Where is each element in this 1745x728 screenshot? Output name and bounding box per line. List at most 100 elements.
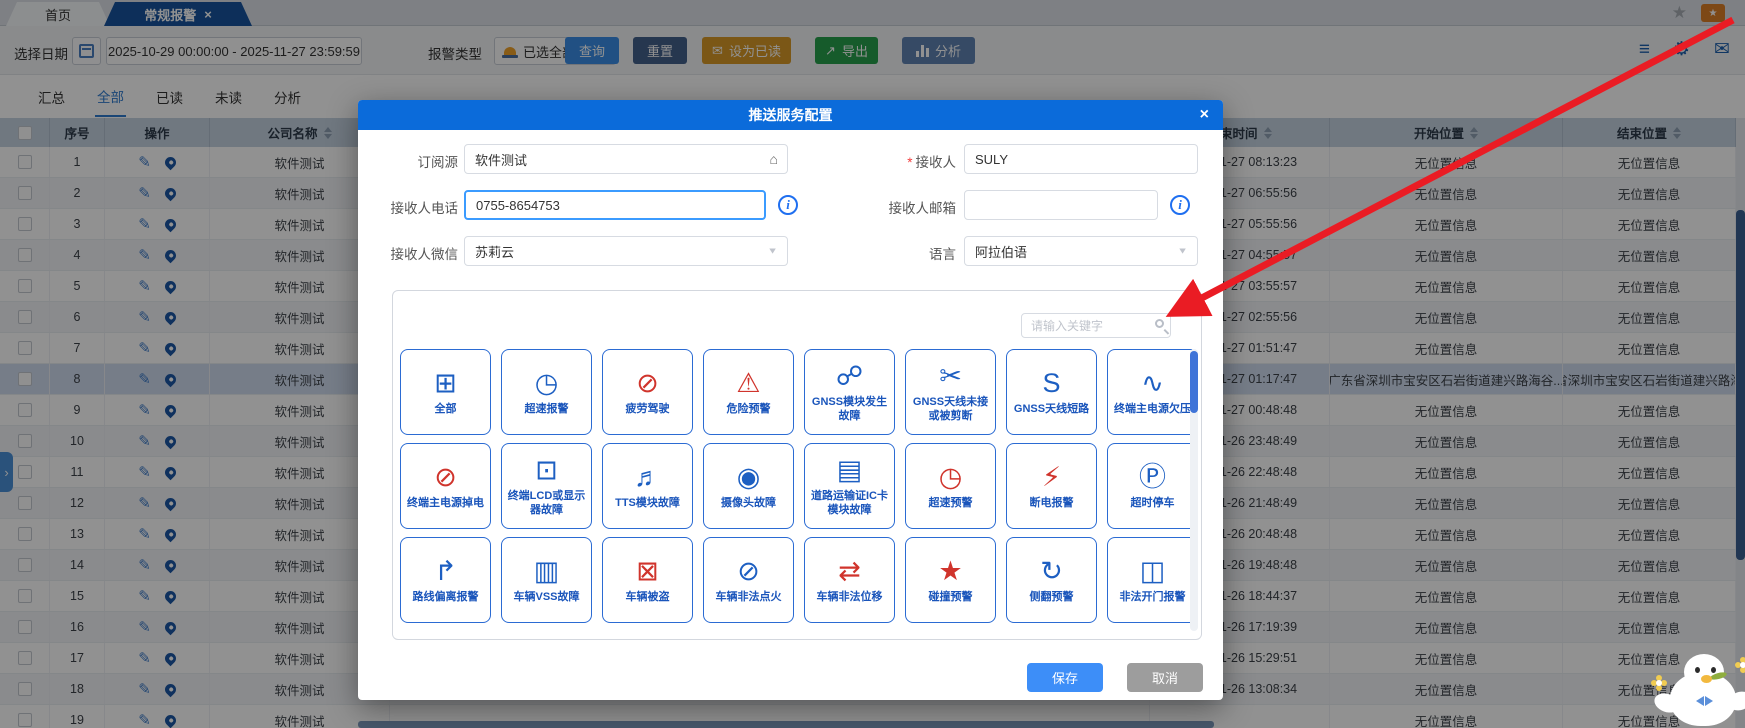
alarm-type-panel: 请输入关键字 ⊞ 全部 ◷ 超速报警 ⊘疲劳驾驶⚠危险预警☍GNSS模块发生故障 ✂ GNS… [392, 290, 1202, 640]
alarm-tile-icon: ⊠ [636, 556, 659, 586]
alarm-tile-label: 超时停车 [1131, 497, 1175, 510]
duck-eye [1711, 667, 1716, 673]
alarm-tile-icon: ⇄ [838, 556, 861, 586]
alarm-tile-icon: ↻ [1040, 556, 1063, 586]
alarm-tile[interactable]: ⊘ 车辆非法点火 [703, 537, 794, 623]
source-input[interactable]: 软件测试 ⌂ [464, 144, 788, 174]
home-icon: ⌂ [770, 151, 778, 167]
alarm-tile-icon: ⚡ [1042, 462, 1061, 492]
alarm-tile[interactable]: ⚡ 断电报警 [1006, 443, 1097, 529]
alarm-tile-icon: ⊘ [434, 462, 457, 492]
alarm-tile[interactable]: ◷ 超速预警 [905, 443, 996, 529]
alarm-tile-icon: ◷ [535, 368, 559, 398]
alarm-tile-label: 全部 [435, 403, 457, 416]
alarm-tile[interactable]: ⊡终端LCD或显示器故障 [501, 443, 592, 529]
alarm-tile[interactable]: ◉ 摄像头故障 [703, 443, 794, 529]
alarm-tile-label: TTS模块故障 [615, 497, 680, 510]
phone-label: 接收人电话 [363, 197, 458, 217]
alarm-tile-label: 超速报警 [525, 403, 569, 416]
email-info-icon[interactable]: i [1170, 195, 1190, 215]
language-select[interactable]: 阿拉伯语 ▼ [964, 236, 1198, 266]
app-root: 首页 常规报警 × ★ ★ 选择日期 2025-10-29 00:00:00 -… [0, 0, 1745, 728]
language-value: 阿拉伯语 [975, 242, 1027, 261]
alarm-tile[interactable]: ☍GNSS模块发生故障 [804, 349, 895, 435]
chevron-down-icon: ▼ [767, 246, 778, 256]
alarm-tile-icon: ⚠ [736, 368, 760, 398]
panel-scrollbar[interactable] [1190, 349, 1198, 631]
alarm-tile[interactable]: ◫非法开门报警 [1107, 537, 1198, 623]
email-input[interactable] [964, 190, 1158, 220]
bow-tie [1696, 696, 1704, 706]
language-label: 语言 [861, 243, 956, 263]
alarm-tile-label: 终端LCD或显示器故障 [505, 490, 588, 516]
alarm-tile-label: GNSS天线短路 [1014, 403, 1089, 416]
alarm-tile[interactable]: ↻ 侧翻预警 [1006, 537, 1097, 623]
alarm-tile-label: 车辆被盗 [626, 591, 670, 604]
modal-title: 推送服务配置 [749, 105, 833, 125]
alarm-tile-label: 超速预警 [929, 497, 973, 510]
receiver-input[interactable]: SULY [964, 144, 1198, 174]
alarm-tile[interactable]: ⊠ 车辆被盗 [602, 537, 693, 623]
alarm-tile-icon: ★ [938, 556, 962, 586]
alarm-tile-icon: ⊞ [434, 368, 457, 398]
alarm-tile[interactable]: Ⓟ 超时停车 [1107, 443, 1198, 529]
alarm-tile-icon: ✂ [939, 361, 962, 391]
keyword-search-input[interactable]: 请输入关键字 [1021, 313, 1171, 338]
alarm-tile[interactable]: ⊞ 全部 [400, 349, 491, 435]
required-asterisk: * [907, 155, 912, 170]
wechat-label: 接收人微信 [363, 243, 458, 263]
alarm-tile[interactable]: ✂ GNSS天线未接或被剪断 [905, 349, 996, 435]
alarm-tile-label: 车辆非法点火 [716, 591, 782, 604]
alarm-tile-label: 侧翻预警 [1030, 591, 1074, 604]
email-label: 接收人邮箱 [861, 197, 956, 217]
alarm-tile-icon: ⊘ [636, 368, 659, 398]
alarm-tile[interactable]: ▤ 道路运输证IC卡模块故障 [804, 443, 895, 529]
save-button[interactable]: 保存 [1027, 663, 1103, 692]
phone-input[interactable]: 0755-8654753 [464, 190, 766, 220]
alarm-tile[interactable]: ↱路线偏离报警 [400, 537, 491, 623]
alarm-tile[interactable]: ∿ 终端主电源欠压 [1107, 349, 1198, 435]
alarm-tile-label: 摄像头故障 [721, 497, 776, 510]
alarm-tile-icon: ◷ [939, 462, 963, 492]
alarm-tile[interactable]: ◷ 超速报警 [501, 349, 592, 435]
alarm-tile-label: 终端主电源欠压 [1114, 403, 1191, 416]
receiver-label: * 接收人 [861, 151, 956, 171]
alarm-tile-label: GNSS模块发生故障 [808, 396, 891, 422]
alarm-tile-icon: ⊘ [737, 556, 760, 586]
modal-close-icon[interactable]: × [1200, 100, 1209, 130]
receiver-label-text: 接收人 [916, 155, 957, 170]
alarm-tile[interactable]: ★碰撞预警 [905, 537, 996, 623]
alarm-tile-icon: S [1042, 368, 1060, 398]
alarm-tile[interactable]: ▥车辆VSS故障 [501, 537, 592, 623]
alarm-tile[interactable]: S GNSS天线短路 [1006, 349, 1097, 435]
alarm-tile-icon: ∿ [1141, 368, 1164, 398]
search-icon[interactable] [1155, 319, 1164, 328]
chevron-down-icon: ▼ [1177, 246, 1188, 256]
cancel-button[interactable]: 取消 [1127, 663, 1203, 692]
duck-mascot [1648, 652, 1745, 728]
wechat-value: 苏莉云 [475, 242, 514, 261]
receiver-value: SULY [975, 152, 1008, 167]
phone-info-icon[interactable]: i [778, 195, 798, 215]
alarm-tile-icon: Ⓟ [1139, 462, 1166, 492]
alarm-tile-icon: ◉ [737, 462, 761, 492]
alarm-tile[interactable]: ⚠危险预警 [703, 349, 794, 435]
alarm-tile[interactable]: ♬ TTS模块故障 [602, 443, 693, 529]
alarm-tile-icon: ♬ [634, 462, 661, 492]
alarm-tile-grid: ⊞ 全部 ◷ 超速报警 ⊘疲劳驾驶⚠危险预警☍GNSS模块发生故障 ✂ GNSS天线未接或被… [400, 349, 1198, 623]
alarm-tile-label: 道路运输证IC卡模块故障 [808, 490, 891, 516]
bow-tie [1705, 696, 1713, 706]
flower-icon [1740, 662, 1745, 668]
panel-scrollbar-thumb[interactable] [1190, 351, 1198, 413]
search-placeholder: 请输入关键字 [1031, 317, 1103, 334]
source-value: 软件测试 [475, 150, 527, 169]
alarm-tile[interactable]: ⇄车辆非法位移 [804, 537, 895, 623]
alarm-tile[interactable]: ⊘终端主电源掉电 [400, 443, 491, 529]
alarm-tile-label: GNSS天线未接或被剪断 [909, 396, 992, 422]
alarm-tile-icon: ▤ [837, 455, 863, 485]
alarm-tile-label: 断电报警 [1030, 497, 1074, 510]
alarm-tile[interactable]: ⊘疲劳驾驶 [602, 349, 693, 435]
wechat-select[interactable]: 苏莉云 ▼ [464, 236, 788, 266]
alarm-tile-label: 非法开门报警 [1120, 591, 1186, 604]
flower-icon [1656, 680, 1662, 686]
